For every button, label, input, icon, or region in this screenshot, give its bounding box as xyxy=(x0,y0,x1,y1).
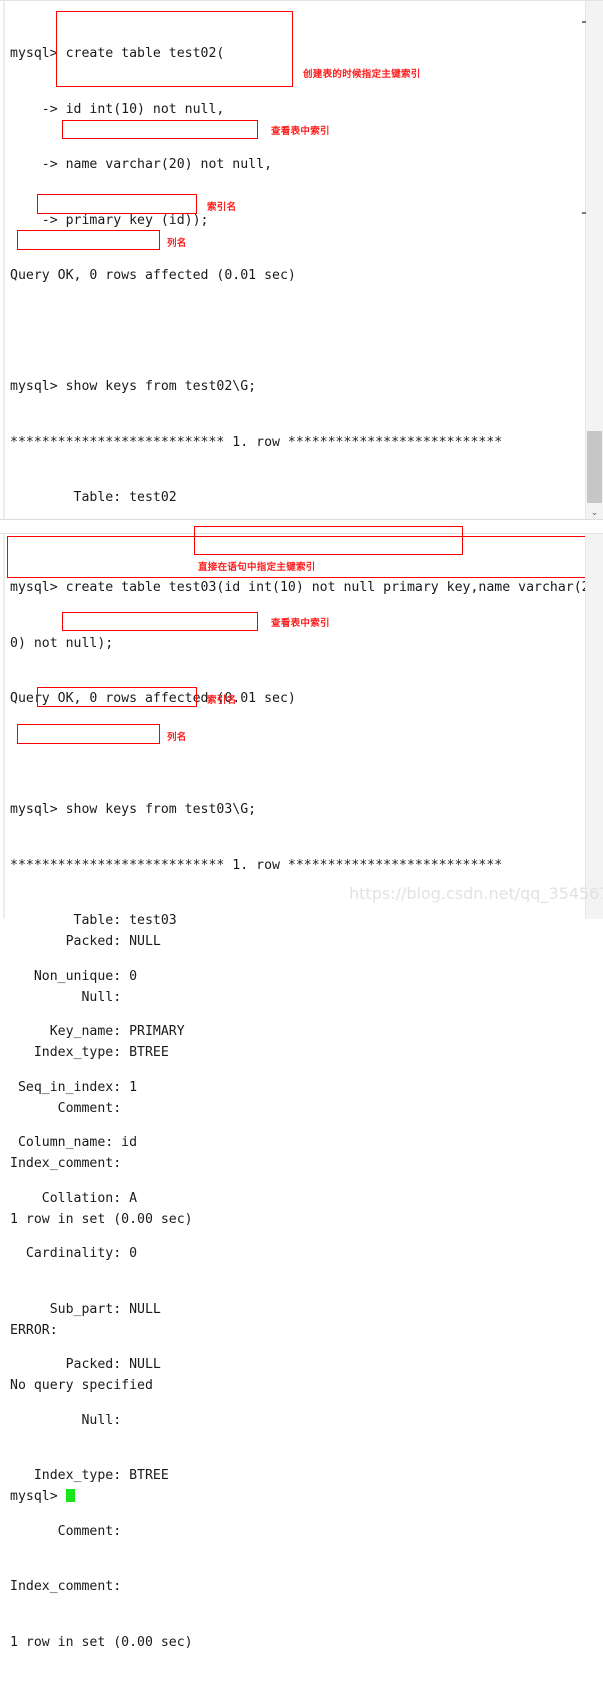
watermark-text: https://blog.csdn.net/qq_35456705 xyxy=(349,884,603,903)
terminal-panel-test03: mysql> create table test03(id int(10) no… xyxy=(0,526,603,1650)
terminal-line: -> id int(10) not null, xyxy=(10,101,225,117)
terminal-line: 1 row in set (0.00 sec) xyxy=(10,1634,193,1650)
annotation-create-table: 创建表的时候指定主键索引 xyxy=(303,69,421,80)
terminal-line: Sub_part: NULL xyxy=(10,1301,161,1317)
annotation-key-name: 索引名 xyxy=(207,695,237,706)
scroll-marker xyxy=(582,21,586,23)
annotation-key-name: 索引名 xyxy=(207,202,237,213)
scrollbar-thumb[interactable] xyxy=(587,431,602,503)
terminal-line: Index_type: BTREE xyxy=(10,1468,169,1483)
terminal-line: -> primary key (id)); xyxy=(10,212,209,228)
terminal-line: mysql> show keys from test03\G; xyxy=(10,802,257,817)
terminal-line: Query OK, 0 rows affected (0.01 sec) xyxy=(10,268,296,283)
terminal-line: Non_unique: 0 xyxy=(10,968,138,984)
terminal-line: mysql> show keys from test02\G; xyxy=(10,379,257,394)
left-rail xyxy=(3,1,5,519)
terminal-line: mysql> create table test02( xyxy=(10,46,225,61)
annotation-show-keys: 查看表中索引 xyxy=(271,618,330,629)
vertical-scrollbar[interactable] xyxy=(585,534,603,919)
terminal-line: *************************** 1. row *****… xyxy=(10,434,503,450)
terminal-line: Collation: A xyxy=(10,1190,138,1206)
terminal-line: Query OK, 0 rows affected (0.01 sec) xyxy=(10,691,296,706)
terminal-line: Cardinality: 0 xyxy=(10,1246,138,1261)
annotation-show-keys: 查看表中索引 xyxy=(271,126,330,137)
terminal-line: Packed: NULL xyxy=(10,1357,161,1372)
vertical-scrollbar[interactable]: ⌄ xyxy=(585,1,603,519)
scrollbar-down-arrow-icon[interactable]: ⌄ xyxy=(586,504,603,521)
left-rail xyxy=(3,534,5,919)
terminal-line: Key_name: PRIMARY xyxy=(10,1024,185,1039)
terminal-line: Index_comment: xyxy=(10,1579,122,1594)
terminal-line: -> name varchar(20) not null, xyxy=(10,157,273,172)
terminal-line: Table: test02 xyxy=(10,490,177,505)
annotation-inline-primary-key: 直接在语句中指定主键索引 xyxy=(198,562,316,573)
terminal-line: Null: xyxy=(10,1412,122,1428)
terminal-line: Column_name: id xyxy=(10,1135,138,1150)
terminal-line: Table: test03 xyxy=(10,913,177,928)
panel-divider xyxy=(0,520,603,533)
annotation-column-name: 列名 xyxy=(167,732,187,743)
scroll-marker xyxy=(582,212,586,214)
terminal-output-test03: mysql> create table test03(id int(10) no… xyxy=(10,542,590,1689)
terminal-line: mysql> create table test03(id int(10) no… xyxy=(10,580,590,595)
terminal-panel-test02: mysql> create table test02( -> id int(10… xyxy=(0,0,603,1504)
terminal-line: Seq_in_index: 1 xyxy=(10,1079,138,1095)
annotation-column-name: 列名 xyxy=(167,238,187,249)
terminal-line: *************************** 1. row *****… xyxy=(10,857,503,873)
terminal-line: Comment: xyxy=(10,1523,122,1539)
terminal-line: 0) not null); xyxy=(10,635,114,651)
